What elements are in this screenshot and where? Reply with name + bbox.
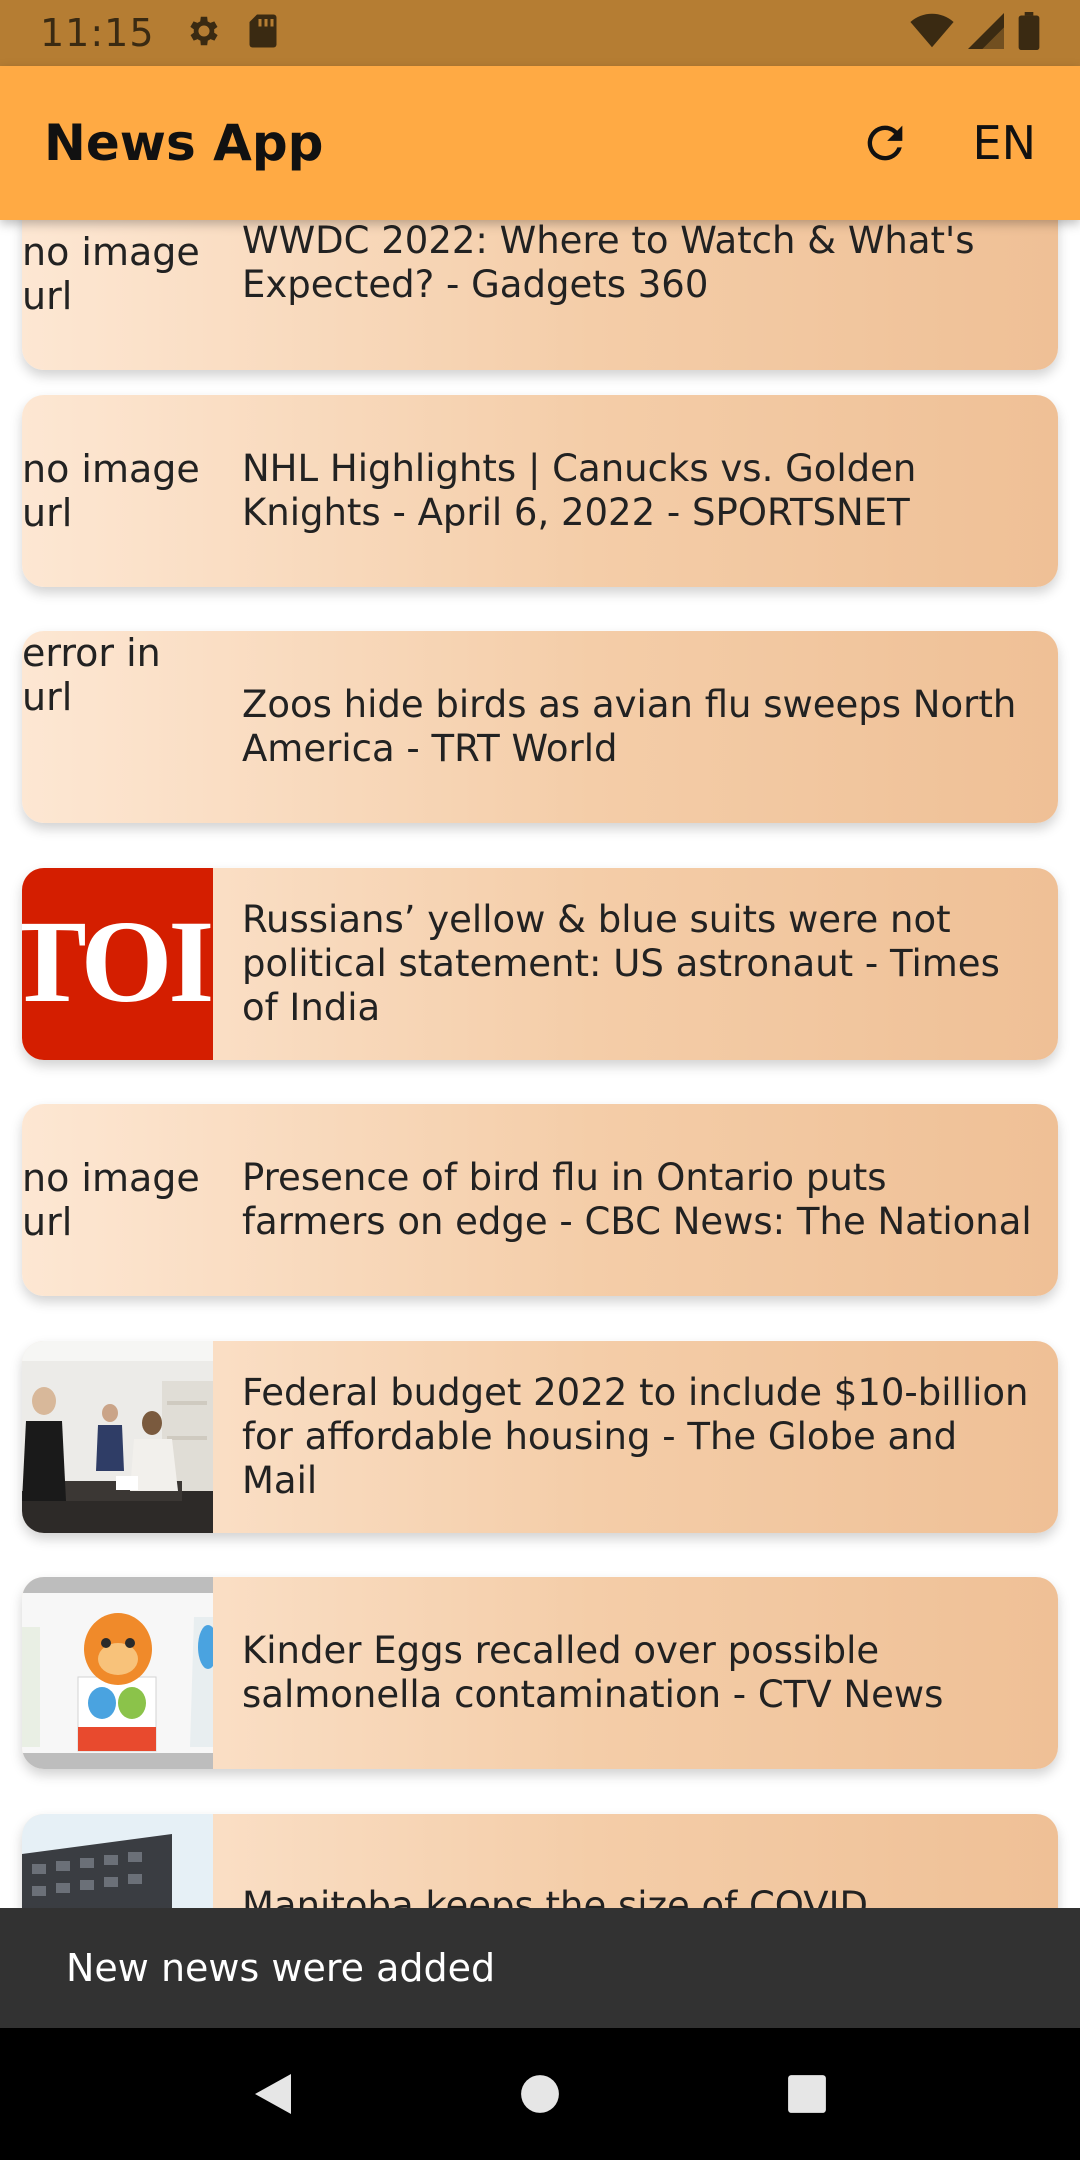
back-icon — [255, 2074, 292, 2114]
status-time: 11:15 — [40, 11, 155, 55]
news-headline: Kinder Eggs recalled over possible salmo… — [242, 1629, 944, 1716]
news-photo-image — [22, 1577, 213, 1769]
news-list[interactable]: no image url WWDC 2022: Where to Watch &… — [0, 220, 1080, 1908]
status-left-icons — [185, 12, 279, 55]
battery-icon — [1018, 11, 1040, 55]
news-card[interactable]: Manitoba keeps the size of COVID outbrea… — [22, 1814, 1058, 1908]
news-thumbnail — [22, 1341, 213, 1533]
news-card[interactable]: Kinder Eggs recalled over possible salmo… — [22, 1577, 1058, 1769]
news-headline: Russians’ yellow & blue suits were not p… — [242, 898, 1000, 1029]
toi-logo: TOI — [22, 896, 213, 1027]
home-icon — [521, 2075, 559, 2113]
news-thumbnail: TOI — [22, 868, 213, 1060]
news-thumbnail: no image url — [22, 1104, 213, 1296]
news-photo-image — [22, 1341, 213, 1533]
home-button[interactable] — [505, 2059, 575, 2129]
recents-icon — [787, 2075, 826, 2113]
navigation-bar — [0, 2028, 1080, 2160]
snackbar: New news were added — [0, 1908, 1080, 2028]
refresh-icon — [867, 125, 902, 161]
news-card[interactable]: no image url WWDC 2022: Where to Watch &… — [22, 220, 1058, 370]
news-card[interactable]: error in url Zoos hide birds as avian fl… — [22, 631, 1058, 823]
app-title: News App — [44, 114, 324, 172]
wifi-icon — [910, 13, 954, 54]
news-card[interactable]: no image url Presence of bird flu in Ont… — [22, 1104, 1058, 1296]
app-actions: EN — [857, 115, 1036, 171]
news-thumbnail — [22, 1814, 213, 1908]
back-button[interactable] — [238, 2059, 308, 2129]
signal-icon — [968, 12, 1004, 54]
news-headline: Presence of bird flu in Ontario puts far… — [242, 1156, 1032, 1243]
news-thumbnail: error in url — [22, 631, 213, 823]
news-headline: Manitoba keeps the size of COVID outbrea… — [242, 1884, 868, 1908]
news-headline: Federal budget 2022 to include $10-billi… — [242, 1371, 1029, 1502]
sd-card-icon — [247, 13, 279, 54]
news-card[interactable]: no image url NHL Highlights | Canucks vs… — [22, 395, 1058, 587]
thumbnail-placeholder-text: no image url — [22, 230, 200, 318]
status-bar: 11:15 — [0, 0, 1080, 66]
news-headline: Zoos hide birds as avian flu sweeps Nort… — [242, 683, 1017, 770]
thumbnail-placeholder-text: error in url — [22, 631, 161, 719]
news-photo-image — [22, 1814, 213, 1908]
gear-icon — [185, 12, 223, 55]
refresh-button[interactable] — [857, 115, 913, 171]
recents-button[interactable] — [772, 2059, 842, 2129]
thumbnail-placeholder-text: no image url — [22, 1156, 200, 1244]
news-thumbnail — [22, 1577, 213, 1769]
app-bar: News App EN — [0, 66, 1080, 220]
news-thumbnail: no image url — [22, 220, 213, 370]
news-headline: WWDC 2022: Where to Watch & What's Expec… — [242, 220, 975, 306]
status-right-icons — [910, 11, 1040, 55]
snackbar-message: New news were added — [66, 1946, 496, 1990]
thumbnail-placeholder-text: no image url — [22, 447, 200, 535]
news-card[interactable]: TOI Russians’ yellow & blue suits were n… — [22, 868, 1058, 1060]
news-headline: NHL Highlights | Canucks vs. Golden Knig… — [242, 447, 917, 534]
news-card[interactable]: Federal budget 2022 to include $10-billi… — [22, 1341, 1058, 1533]
news-thumbnail: no image url — [22, 395, 213, 587]
language-button[interactable]: EN — [973, 116, 1036, 170]
